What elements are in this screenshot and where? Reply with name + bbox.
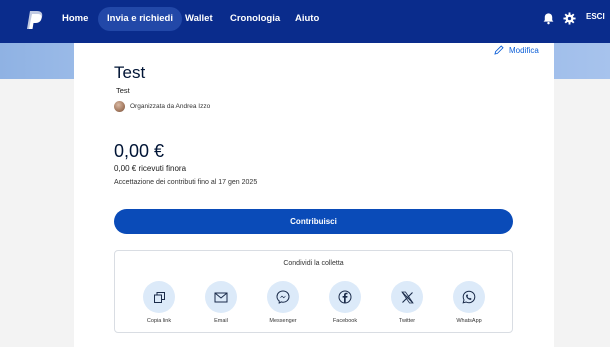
share-label: Facebook bbox=[332, 318, 358, 324]
share-label: Messenger bbox=[269, 318, 297, 324]
share-label: Email bbox=[214, 318, 228, 324]
share-whatsapp[interactable]: WhatsApp bbox=[444, 281, 494, 324]
pencil-icon bbox=[494, 45, 504, 55]
edit-label: Modifica bbox=[509, 45, 539, 55]
share-label: WhatsApp bbox=[456, 318, 482, 324]
deadline-text: Accettazione dei contributi fino al 17 g… bbox=[114, 179, 258, 186]
nav-send-request[interactable]: Invia e richiedi bbox=[98, 7, 182, 31]
share-twitter[interactable]: Twitter bbox=[382, 281, 432, 324]
organizer-text: Organizzata da Andrea Izzo bbox=[130, 103, 211, 110]
share-messenger[interactable]: Messenger bbox=[258, 281, 308, 324]
share-panel: Condividi la colletta Copia link Email M… bbox=[114, 250, 513, 333]
collected-amount: 0,00 € bbox=[114, 141, 165, 161]
share-facebook[interactable]: Facebook bbox=[320, 281, 370, 324]
organizer: Organizzata da Andrea Izzo bbox=[114, 101, 210, 112]
copy-icon bbox=[153, 291, 165, 303]
nav-home[interactable]: Home bbox=[53, 7, 97, 31]
share-label: Twitter bbox=[398, 318, 416, 324]
logout-button[interactable]: ESCI bbox=[586, 12, 605, 21]
top-nav: Home Invia e richiedi Wallet Cronologia … bbox=[0, 0, 610, 43]
share-email[interactable]: Email bbox=[196, 281, 246, 324]
contribute-button[interactable]: Contribuisci bbox=[114, 209, 513, 234]
bell-icon[interactable] bbox=[542, 12, 555, 25]
messenger-icon bbox=[276, 290, 290, 304]
received-text: 0,00 € ricevuti finora bbox=[114, 164, 187, 173]
collection-title: Test bbox=[114, 63, 146, 82]
gear-icon[interactable] bbox=[563, 12, 576, 25]
share-copy-link[interactable]: Copia link bbox=[134, 281, 184, 324]
collection-description: Test bbox=[116, 86, 130, 95]
facebook-icon bbox=[338, 290, 352, 304]
share-label: Copia link bbox=[146, 318, 172, 324]
share-title: Condividi la colletta bbox=[283, 260, 344, 267]
edit-link[interactable]: Modifica bbox=[494, 45, 539, 55]
paypal-logo[interactable] bbox=[26, 10, 44, 32]
x-icon bbox=[400, 291, 414, 303]
avatar bbox=[114, 101, 125, 112]
email-icon bbox=[214, 292, 228, 302]
whatsapp-icon bbox=[462, 290, 476, 304]
nav-help[interactable]: Aiuto bbox=[286, 7, 328, 31]
nav-wallet[interactable]: Wallet bbox=[176, 7, 222, 31]
nav-history[interactable]: Cronologia bbox=[221, 7, 289, 31]
